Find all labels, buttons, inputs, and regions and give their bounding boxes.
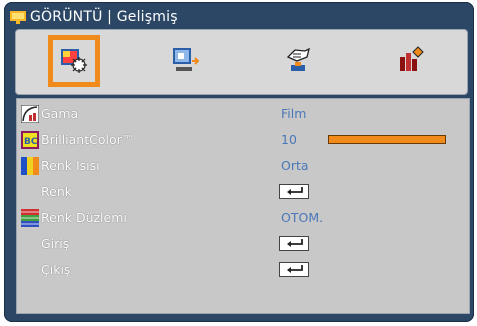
settings-panel: Gama Film BC BrilliantColor™ 10 Renk Isı…	[16, 98, 470, 314]
menu-item-giris[interactable]: Giriş	[17, 233, 469, 255]
menu-item-brilliantcolor[interactable]: BC BrilliantColor™ 10	[17, 129, 469, 151]
display-settings-icon	[173, 48, 200, 71]
enter-icon[interactable]	[279, 236, 309, 251]
menu-item-gama[interactable]: Gama Film	[17, 103, 469, 125]
osd-window: GÖRÜNTÜ | Gelişmiş Gama Film BC Brillian…	[4, 2, 474, 322]
picture-menu-icon	[10, 10, 26, 24]
enter-icon[interactable]	[279, 262, 309, 277]
menu-item-cikis[interactable]: Çıkış	[17, 259, 469, 281]
svg-text:BC: BC	[24, 137, 38, 147]
setup-hand-icon	[286, 47, 310, 71]
gamma-value: Film	[281, 106, 307, 121]
tab-setup[interactable]	[274, 36, 322, 84]
picture-settings-icon	[61, 49, 87, 73]
color-space-icon	[21, 209, 39, 227]
menu-item-renk-duzlemi[interactable]: Renk Düzlemi OTOM.	[17, 207, 469, 229]
menu-tabs	[15, 29, 468, 95]
color-space-value: OTOM.	[281, 210, 324, 225]
tab-display[interactable]	[161, 36, 209, 84]
menu-item-label: Renk Düzlemi	[41, 210, 127, 225]
title-bar: GÖRÜNTÜ | Gelişmiş	[10, 6, 178, 28]
menu-item-label: Çıkış	[41, 262, 71, 277]
enter-icon[interactable]	[279, 184, 309, 199]
tab-picture[interactable]	[48, 35, 100, 87]
menu-item-label: Gama	[41, 106, 79, 121]
window-title: GÖRÜNTÜ | Gelişmiş	[30, 9, 178, 25]
menu-item-label: Renk Isısı	[41, 158, 100, 173]
gamma-icon	[20, 104, 40, 124]
menu-item-renk-isisi[interactable]: Renk Isısı Orta	[17, 155, 469, 177]
brilliantcolor-value: 10	[281, 132, 297, 147]
brilliantcolor-slider[interactable]	[328, 135, 446, 144]
menu-item-label: Renk	[41, 184, 72, 199]
color-temperature-value: Orta	[281, 158, 309, 173]
menu-item-renk[interactable]: Renk	[17, 181, 469, 203]
color-temperature-icon	[21, 157, 39, 175]
brilliantcolor-icon: BC	[21, 131, 39, 149]
tab-options[interactable]	[387, 36, 435, 84]
menu-item-label: BrilliantColor™	[41, 132, 135, 147]
options-icon	[400, 46, 424, 71]
menu-item-label: Giriş	[41, 236, 70, 251]
